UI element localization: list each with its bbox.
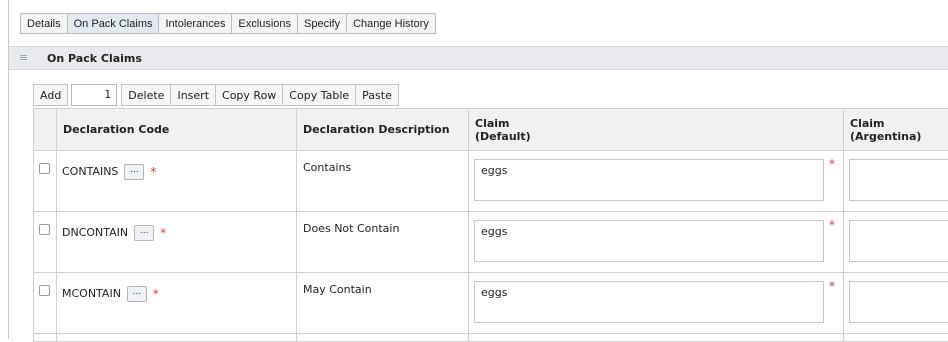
required-marker: * (829, 157, 835, 171)
paste-button[interactable]: Paste (355, 84, 399, 106)
add-count-input[interactable]: 1 (71, 84, 117, 106)
declaration-code-header: Declaration Code (57, 109, 297, 151)
table-row: DNCONTAIN... * Does Not Contain eggs * (34, 212, 948, 273)
select-column-header (34, 109, 57, 151)
row-checkbox[interactable] (39, 285, 50, 296)
row-checkbox[interactable] (39, 163, 50, 174)
copy-row-button[interactable]: Copy Row (215, 84, 283, 106)
declaration-description: Does Not Contain (303, 222, 399, 235)
required-marker: * (829, 279, 835, 293)
claim-argentina-input[interactable] (849, 220, 948, 262)
declaration-description-header: Declaration Description (297, 109, 469, 151)
required-marker: * (829, 218, 835, 232)
tab-details[interactable]: Details (20, 13, 68, 34)
declaration-description: May Contain (303, 283, 372, 296)
claim-default-input[interactable]: eggs (474, 220, 824, 262)
lookup-button[interactable]: ... (127, 286, 147, 302)
on-pack-claims-panel: Details On Pack Claims Intolerances Excl… (0, 0, 948, 339)
claim-argentina-header: Claim (Argentina) (844, 109, 948, 151)
tab-bar: Details On Pack Claims Intolerances Excl… (20, 13, 435, 35)
lookup-button[interactable]: ... (134, 225, 154, 241)
table-row: CONTAINS... * Contains eggs * (34, 151, 948, 212)
claim-default-input[interactable]: eggs (474, 159, 824, 201)
table-header-row: Declaration Code Declaration Description… (34, 109, 948, 151)
row-checkbox[interactable] (39, 224, 50, 235)
tab-change-history[interactable]: Change History (346, 13, 436, 34)
grid-toolbar: Add 1 Delete Insert Copy Row Copy Table … (33, 84, 398, 108)
tab-on-pack-claims[interactable]: On Pack Claims (67, 13, 160, 34)
section-title: On Pack Claims (47, 52, 142, 65)
declaration-code: DNCONTAIN (62, 226, 128, 239)
claim-default-input[interactable]: eggs (474, 281, 824, 323)
tab-exclusions[interactable]: Exclusions (231, 13, 298, 34)
required-marker: * (150, 165, 156, 179)
lookup-button[interactable]: ... (124, 164, 144, 180)
declaration-code: MCONTAIN (62, 287, 121, 300)
delete-button[interactable]: Delete (121, 84, 171, 106)
table-row-partial (34, 334, 948, 342)
claims-table: Declaration Code Declaration Description… (33, 108, 948, 342)
declaration-description: Contains (303, 161, 351, 174)
claim-argentina-input[interactable] (849, 159, 948, 201)
collapse-icon[interactable]: ≡ (19, 51, 28, 64)
required-marker: * (153, 287, 159, 301)
add-button[interactable]: Add (33, 84, 68, 106)
section-header: ≡ On Pack Claims (9, 46, 948, 70)
copy-table-button[interactable]: Copy Table (282, 84, 356, 106)
tab-intolerances[interactable]: Intolerances (158, 13, 232, 34)
declaration-code: CONTAINS (62, 165, 118, 178)
insert-button[interactable]: Insert (170, 84, 216, 106)
required-marker: * (160, 226, 166, 240)
table-row: MCONTAIN... * May Contain eggs * (34, 273, 948, 334)
tab-specify[interactable]: Specify (297, 13, 347, 34)
claim-default-header: Claim (Default) (469, 109, 844, 151)
claim-argentina-input[interactable] (849, 281, 948, 323)
